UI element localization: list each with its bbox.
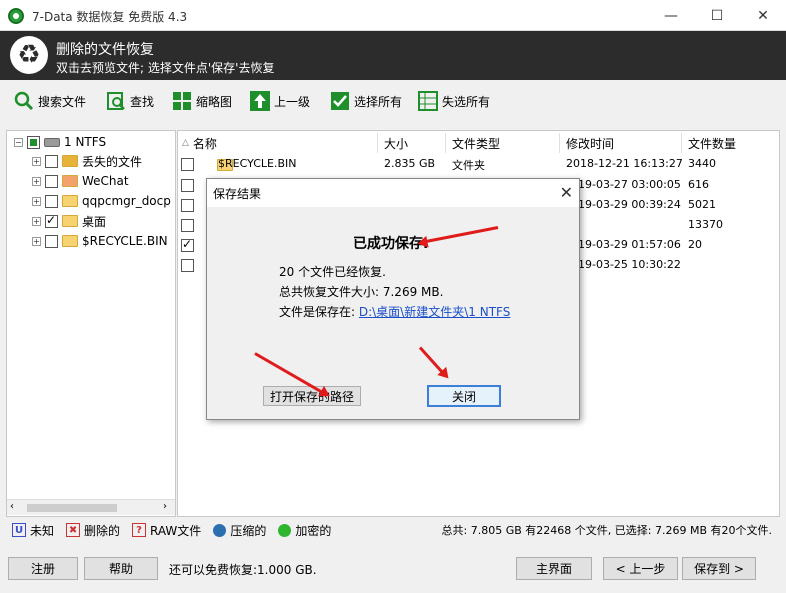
save-to-button[interactable]: 保存到 > bbox=[682, 557, 756, 580]
recovered-size-text: 总共恢复文件大小: 7.269 MB. bbox=[279, 285, 444, 299]
sort-icon: △ bbox=[182, 138, 189, 148]
scroll-left-icon[interactable]: ‹ bbox=[10, 501, 14, 512]
expand-icon[interactable]: + bbox=[32, 216, 41, 226]
collapse-icon[interactable]: − bbox=[14, 137, 23, 147]
row-checkbox[interactable] bbox=[181, 179, 194, 192]
help-button[interactable]: 帮助 bbox=[84, 557, 158, 580]
deselect-all-icon bbox=[418, 91, 438, 111]
tree-item-checkbox[interactable] bbox=[45, 234, 58, 248]
select-all-button[interactable]: 选择所有 bbox=[330, 89, 402, 113]
previous-step-button[interactable]: < 上一步 bbox=[603, 557, 678, 580]
free-quota-text: 还可以免费恢复:1.000 GB. bbox=[169, 563, 317, 577]
find-button[interactable]: 查找 bbox=[106, 89, 154, 113]
tree-item[interactable]: + 桌面 bbox=[32, 212, 106, 230]
main-screen-button[interactable]: 主界面 bbox=[516, 557, 592, 580]
minimize-button[interactable]: — bbox=[648, 0, 694, 31]
unknown-icon: U bbox=[12, 523, 26, 537]
scroll-thumb[interactable] bbox=[27, 504, 117, 512]
dialog-close-button[interactable]: 关闭 bbox=[427, 385, 501, 407]
search-icon bbox=[14, 91, 34, 111]
column-header-count[interactable]: 文件数量 bbox=[682, 133, 778, 153]
tree-item[interactable]: + 丢失的文件 bbox=[32, 152, 142, 170]
dialog-title-bar: 保存结果 ✕ bbox=[207, 179, 579, 207]
scroll-right-icon[interactable]: › bbox=[163, 501, 167, 512]
thumbnails-button[interactable]: 缩略图 bbox=[172, 89, 232, 113]
row-checkbox[interactable] bbox=[181, 259, 194, 272]
expand-icon[interactable]: + bbox=[32, 156, 41, 166]
tree-item[interactable]: + $RECYCLE.BIN bbox=[32, 232, 168, 250]
close-window-button[interactable]: ✕ bbox=[740, 0, 786, 31]
column-header-type[interactable]: 文件类型 bbox=[446, 133, 560, 153]
raw-file-icon: ? bbox=[132, 523, 147, 537]
tree-item-checkbox[interactable] bbox=[45, 213, 58, 228]
saved-location-text: 文件是保存在: D:\桌面\新建文件夹\1 NTFS bbox=[279, 305, 511, 319]
expand-icon[interactable]: + bbox=[32, 196, 41, 206]
saved-path-link[interactable]: D:\桌面\新建文件夹\1 NTFS bbox=[359, 305, 510, 319]
column-header-size[interactable]: 大小 bbox=[378, 133, 446, 153]
recycle-icon: ♻ bbox=[10, 36, 48, 74]
dialog-title: 保存结果 bbox=[213, 186, 262, 201]
header-subtitle: 双击去预览文件; 选择文件点'保存'去恢复 bbox=[56, 61, 275, 75]
tree-item-checkbox[interactable] bbox=[45, 174, 58, 188]
column-header-modified[interactable]: 修改时间 bbox=[560, 133, 682, 153]
app-icon bbox=[8, 8, 24, 24]
grid-icon bbox=[172, 91, 192, 111]
expand-icon[interactable]: + bbox=[32, 176, 41, 186]
register-button[interactable]: 注册 bbox=[8, 557, 78, 580]
maximize-button[interactable]: ☐ bbox=[694, 0, 740, 31]
recovered-count-text: 20 个文件已经恢复. bbox=[279, 265, 386, 279]
select-all-icon bbox=[330, 91, 350, 111]
tree-root-checkbox[interactable] bbox=[27, 135, 40, 149]
drive-icon bbox=[44, 137, 60, 147]
expand-icon[interactable]: + bbox=[32, 236, 41, 246]
search-files-button[interactable]: 搜索文件 bbox=[14, 89, 86, 113]
folder-icon bbox=[62, 195, 78, 207]
tree-item-checkbox[interactable] bbox=[45, 194, 58, 208]
encrypted-icon bbox=[278, 523, 292, 537]
summary-text: 总共: 7.805 GB 有22468 个文件, 已选择: 7.269 MB 有… bbox=[441, 524, 772, 537]
row-checkbox[interactable] bbox=[181, 219, 194, 232]
deleted-icon: ✖ bbox=[66, 523, 81, 537]
folder-icon bbox=[62, 235, 78, 247]
deselect-all-button[interactable]: 失选所有 bbox=[418, 89, 490, 113]
deleted-folder-icon bbox=[62, 175, 78, 187]
save-result-dialog: 保存结果 ✕ 已成功保存. 20 个文件已经恢复. 总共恢复文件大小: 7.26… bbox=[206, 178, 580, 420]
row-checkbox[interactable] bbox=[181, 237, 194, 252]
column-header-name[interactable]: △ 名称 bbox=[182, 133, 378, 153]
legend-bar: U 未知 ✖ 删除的 ? RAW文件 压缩的 加密的 总共: 7.805 GB … bbox=[6, 517, 780, 543]
tree-item[interactable]: + qqpcmgr_docp bbox=[32, 192, 171, 210]
folder-icon bbox=[62, 215, 78, 227]
find-icon bbox=[106, 91, 126, 111]
up-level-button[interactable]: 上一级 bbox=[250, 89, 310, 113]
row-checkbox[interactable] bbox=[181, 158, 194, 171]
tree-horizontal-scrollbar[interactable]: ‹ › bbox=[7, 499, 175, 515]
window-title: 7-Data 数据恢复 免费版 4.3 bbox=[32, 10, 188, 24]
tree-root[interactable]: − 1 NTFS bbox=[14, 133, 106, 151]
dialog-close-icon[interactable]: ✕ bbox=[560, 183, 573, 202]
row-checkbox[interactable] bbox=[181, 199, 194, 212]
lost-folder-icon bbox=[62, 155, 78, 167]
compressed-icon bbox=[213, 523, 227, 537]
open-saved-path-button[interactable]: 打开保存的路径 bbox=[263, 386, 361, 406]
up-arrow-icon bbox=[250, 91, 270, 111]
table-row[interactable]: $RECYCLE.BIN 2.835 GB 文件夹 2018-12-21 16:… bbox=[178, 154, 778, 174]
header-title: 删除的文件恢复 bbox=[56, 42, 154, 58]
tree-item[interactable]: + WeChat bbox=[32, 172, 129, 190]
tree-item-checkbox[interactable] bbox=[45, 154, 58, 168]
